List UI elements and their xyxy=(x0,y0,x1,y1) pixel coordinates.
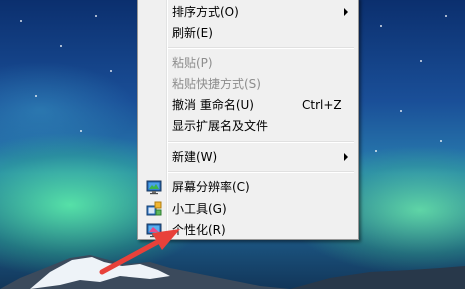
desktop-background[interactable]: 排序方式(O) 刷新(E) 粘贴(P) 粘贴快捷方式(S) 撤消 重命名(U) … xyxy=(0,0,465,289)
annotation-arrow-icon xyxy=(99,229,180,275)
